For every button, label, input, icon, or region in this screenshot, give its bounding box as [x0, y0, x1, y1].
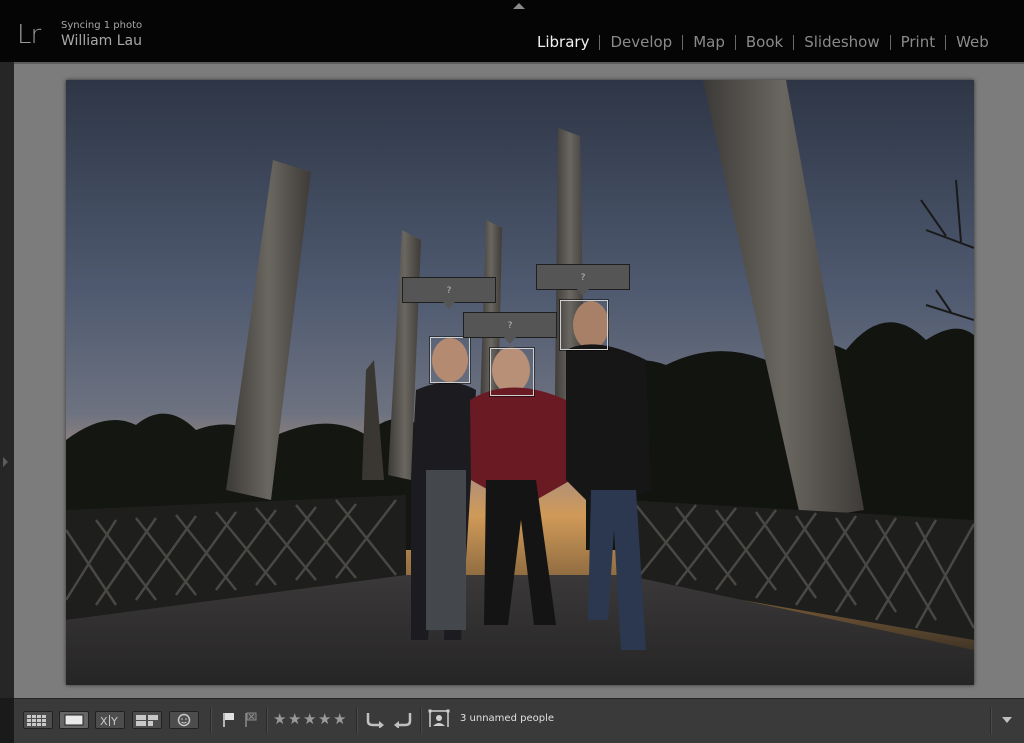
toolbar-divider — [356, 708, 358, 734]
photo-preview[interactable]: ? ? ? — [66, 80, 974, 685]
svg-text:Y: Y — [110, 715, 118, 728]
user-name: William Lau — [61, 33, 143, 49]
face-region[interactable] — [490, 348, 534, 396]
draw-face-region-icon[interactable] — [428, 709, 450, 727]
loupe-view-icon — [64, 714, 84, 726]
loupe-preview-area: ? ? ? — [14, 62, 1024, 698]
pick-flag-icon[interactable] — [221, 711, 237, 729]
toolbar-content-menu-icon[interactable] — [1002, 717, 1012, 723]
star-3-icon[interactable]: ★ — [303, 711, 316, 727]
module-print[interactable]: Print — [891, 33, 946, 51]
people-view-button[interactable] — [169, 711, 199, 729]
module-library[interactable]: Library — [527, 33, 599, 51]
grid-view-icon — [27, 715, 46, 726]
module-develop[interactable]: Develop — [600, 33, 682, 51]
collapse-top-panel-icon[interactable] — [513, 3, 525, 9]
survey-view-icon — [136, 715, 158, 726]
library-toolbar: X Y ★ ★ ★ ★ ★ 3 unnamed people — [14, 698, 1024, 743]
face-region[interactable] — [430, 337, 470, 383]
identity-plate-bar: Lr Syncing 1 photo William Lau Library D… — [0, 0, 1024, 62]
module-web[interactable]: Web — [946, 33, 999, 51]
star-1-icon[interactable]: ★ — [273, 711, 286, 727]
star-5-icon[interactable]: ★ — [333, 711, 346, 727]
loupe-view-button[interactable] — [59, 711, 89, 729]
survey-view-button[interactable] — [132, 711, 162, 729]
face-region[interactable] — [560, 300, 608, 350]
grid-view-button[interactable] — [23, 711, 53, 729]
toolbar-divider — [420, 708, 422, 734]
module-slideshow[interactable]: Slideshow — [794, 33, 889, 51]
rotate-left-icon[interactable] — [364, 710, 386, 728]
compare-view-icon: X Y — [100, 715, 118, 728]
face-name-tag[interactable]: ? — [402, 277, 496, 309]
left-panel-edge — [0, 62, 14, 698]
toolbar-divider — [990, 708, 992, 734]
toolbar-divider — [210, 708, 212, 734]
reject-flag-icon[interactable] — [243, 711, 259, 729]
face-name-tag[interactable]: ? — [536, 264, 630, 296]
star-2-icon[interactable]: ★ — [288, 711, 301, 727]
lightroom-logo: Lr — [17, 20, 41, 50]
sync-status: Syncing 1 photo — [61, 20, 143, 31]
module-map[interactable]: Map — [683, 33, 735, 51]
people-view-icon — [177, 713, 191, 727]
compare-view-button[interactable]: X Y — [95, 711, 125, 729]
face-name-tag[interactable]: ? — [463, 312, 557, 344]
star-4-icon[interactable]: ★ — [318, 711, 331, 727]
module-book[interactable]: Book — [736, 33, 793, 51]
svg-text:X: X — [100, 715, 108, 728]
toolbar-divider — [266, 708, 268, 734]
rotate-right-icon[interactable] — [392, 710, 414, 728]
people-status: 3 unnamed people — [460, 713, 554, 724]
expand-left-panel-icon[interactable] — [3, 457, 8, 467]
module-picker: Library Develop Map Book Slideshow Print… — [527, 31, 999, 53]
